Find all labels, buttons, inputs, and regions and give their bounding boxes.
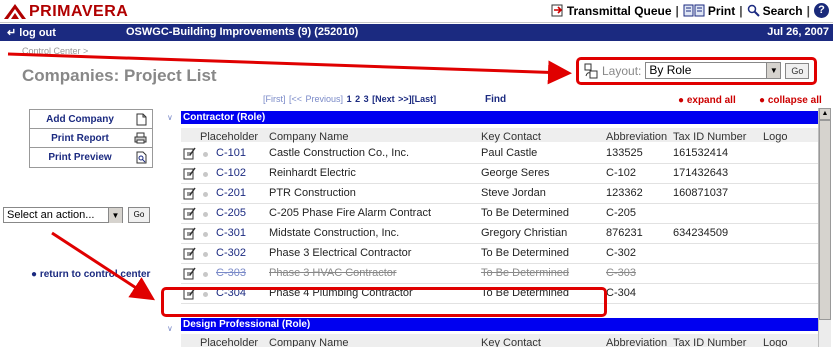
annotation-arrows — [7, 52, 572, 301]
arrow-to-layout — [7, 52, 572, 85]
arrow-to-row — [51, 231, 156, 301]
